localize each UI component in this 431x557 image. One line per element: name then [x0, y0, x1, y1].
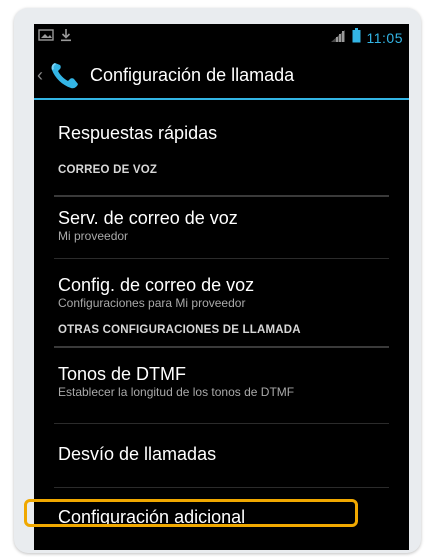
download-icon	[60, 28, 72, 47]
highlight-box	[24, 499, 358, 527]
quick-responses-label: Respuestas rápidas	[58, 123, 218, 143]
back-chevron-icon[interactable]: ‹	[34, 65, 46, 86]
voicemail-settings-title: Config. de correo de voz	[58, 275, 255, 295]
call-forwarding-title: Desvío de llamadas	[58, 444, 217, 464]
dtmf-tones-subtitle: Establecer la longitud de los tonos de D…	[58, 385, 295, 399]
battery-icon	[352, 28, 361, 48]
list-item-voicemail-service[interactable]: Serv. de correo de voz Mi proveedor	[34, 197, 409, 259]
screenshot-icon	[38, 28, 54, 47]
page-title: Configuración de llamada	[90, 64, 295, 85]
section-header-other: OTRAS CONFIGURACIONES DE LLAMADA	[34, 323, 409, 348]
section-voicemail-label: CORREO DE VOZ	[58, 164, 158, 176]
action-bar[interactable]: ‹ Configuración de llamada	[34, 52, 409, 100]
status-bar: 11:05	[34, 24, 409, 52]
dtmf-tones-title: Tonos de DTMF	[58, 364, 187, 384]
voicemail-service-subtitle: Mi proveedor	[58, 229, 129, 243]
section-header-voicemail: CORREO DE VOZ	[34, 164, 409, 197]
list-item-quick-responses[interactable]: Respuestas rápidas	[34, 102, 409, 164]
section-other-label: OTRAS CONFIGURACIONES DE LLAMADA	[58, 324, 301, 336]
voicemail-service-title: Serv. de correo de voz	[58, 208, 238, 228]
clock: 11:05	[366, 30, 403, 46]
phone-screen: 11:05 ‹ Configuración de llamada Respues…	[34, 24, 409, 550]
list-item-voicemail-settings[interactable]: Config. de correo de voz Configuraciones…	[34, 259, 409, 323]
signal-icon	[330, 29, 346, 48]
phone-icon[interactable]	[48, 58, 82, 92]
settings-list: Respuestas rápidas CORREO DE VOZ Serv. d…	[34, 102, 409, 528]
list-item-call-forwarding[interactable]: Desvío de llamadas	[34, 424, 409, 488]
list-item-dtmf-tones[interactable]: Tonos de DTMF Establecer la longitud de …	[34, 348, 409, 424]
voicemail-settings-subtitle: Configuraciones para Mi proveedor	[58, 296, 246, 310]
